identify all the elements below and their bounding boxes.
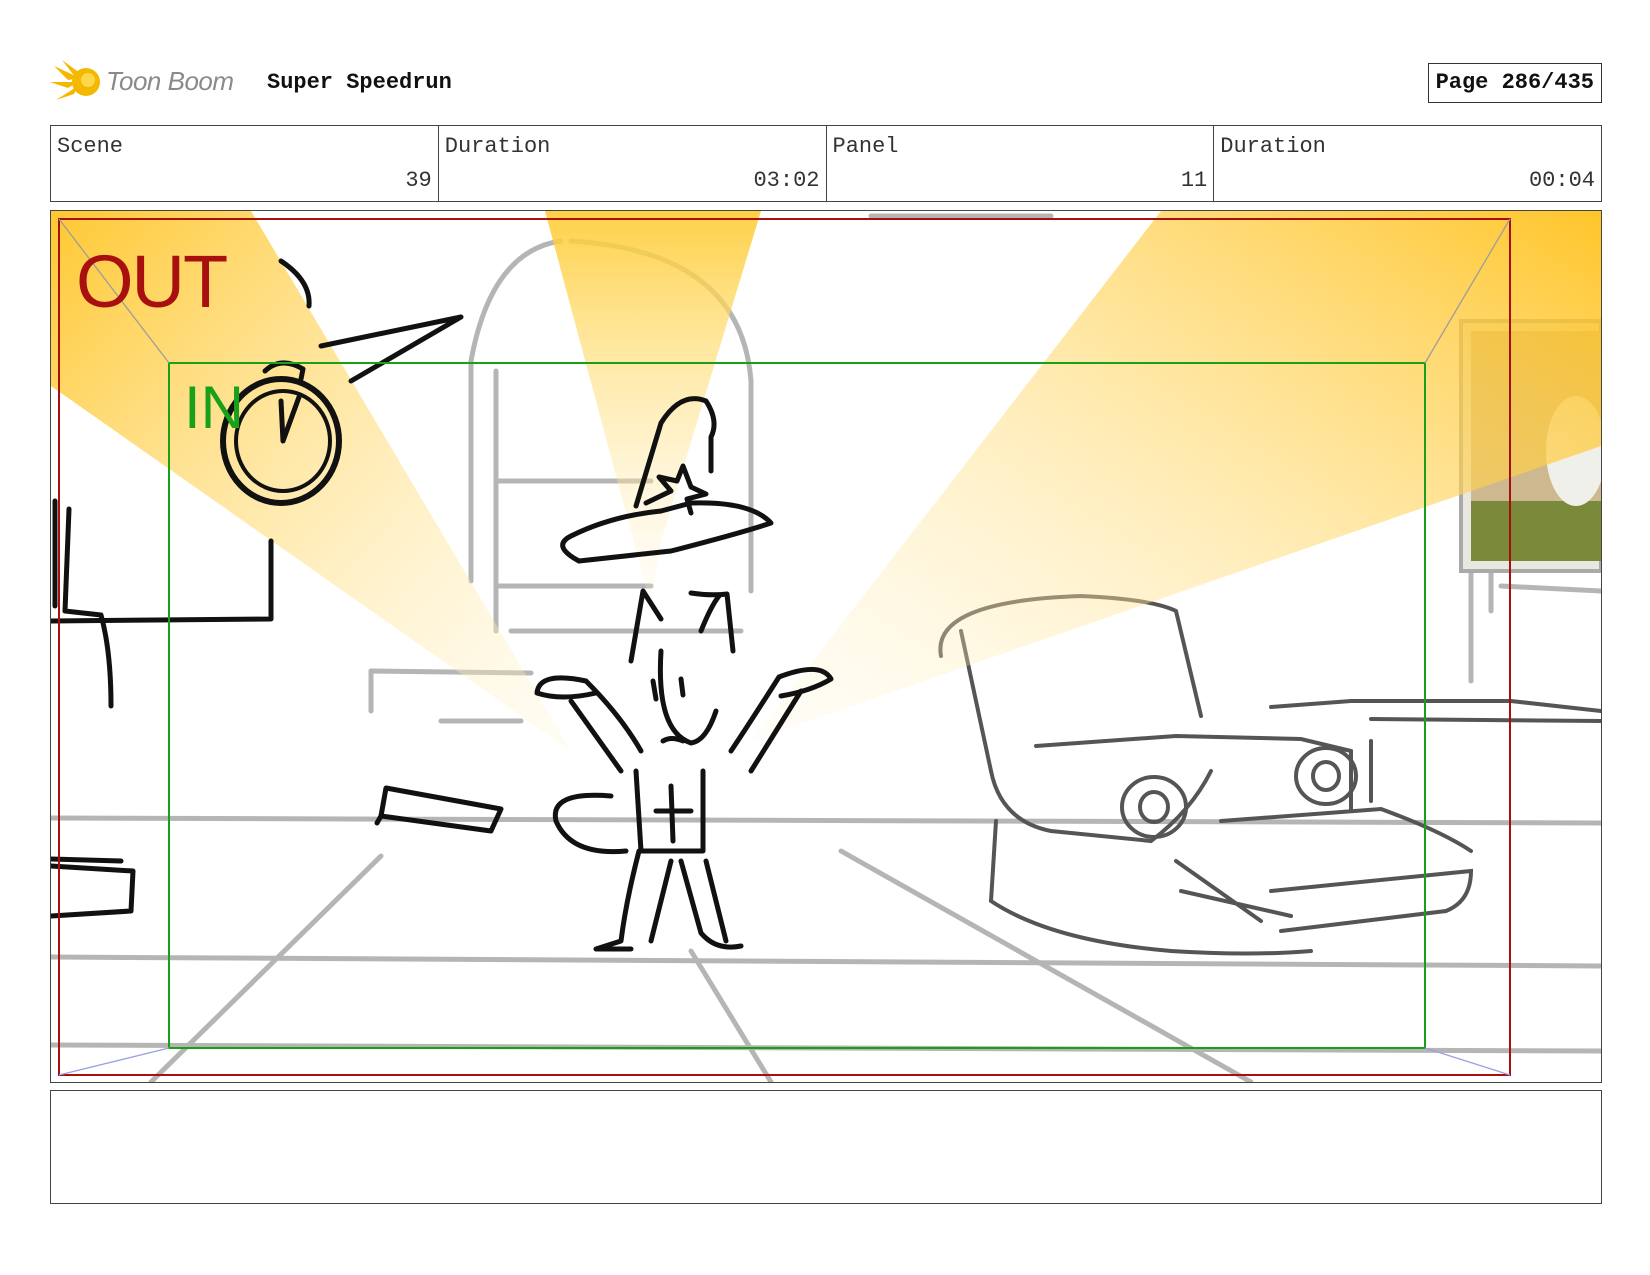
storyboard-header: Toon Boom Super Speedrun Page 286/435 bbox=[50, 56, 1602, 108]
scene-duration-cell: Duration 03:02 bbox=[439, 126, 827, 201]
panel-duration-cell: Duration 00:04 bbox=[1214, 126, 1601, 201]
scene-duration-label: Duration bbox=[444, 134, 551, 159]
out-label: OUT bbox=[76, 240, 228, 323]
scene-duration-value: 03:02 bbox=[753, 168, 820, 193]
scene-label: Scene bbox=[57, 134, 124, 159]
panel-value: 11 bbox=[1180, 168, 1208, 193]
armchair-sketch bbox=[938, 593, 1601, 956]
panel-notes[interactable] bbox=[50, 1090, 1602, 1204]
panel-drawing bbox=[51, 211, 1601, 1082]
panel-duration-label: Duration bbox=[1220, 134, 1326, 159]
storyboard-panel[interactable]: OUT IN bbox=[50, 210, 1602, 1083]
in-label: IN bbox=[184, 374, 244, 441]
panel-label: Panel bbox=[832, 134, 899, 159]
page-indicator: Page 286/435 bbox=[1427, 63, 1602, 103]
spotlight-beams bbox=[51, 211, 1601, 751]
logo-text: Toon Boom bbox=[106, 66, 234, 96]
panel-duration-value: 00:04 bbox=[1528, 168, 1595, 193]
scene-value: 39 bbox=[405, 168, 432, 193]
scene-cell: Scene 39 bbox=[51, 126, 439, 201]
scene-info-table: Scene 39 Duration 03:02 Panel 11 Duratio… bbox=[50, 125, 1602, 202]
project-title: Super Speedrun bbox=[267, 70, 452, 95]
toon-boom-logo: Toon Boom bbox=[50, 56, 250, 108]
toon-boom-logo-icon bbox=[50, 60, 100, 100]
panel-cell: Panel 11 bbox=[827, 126, 1215, 201]
